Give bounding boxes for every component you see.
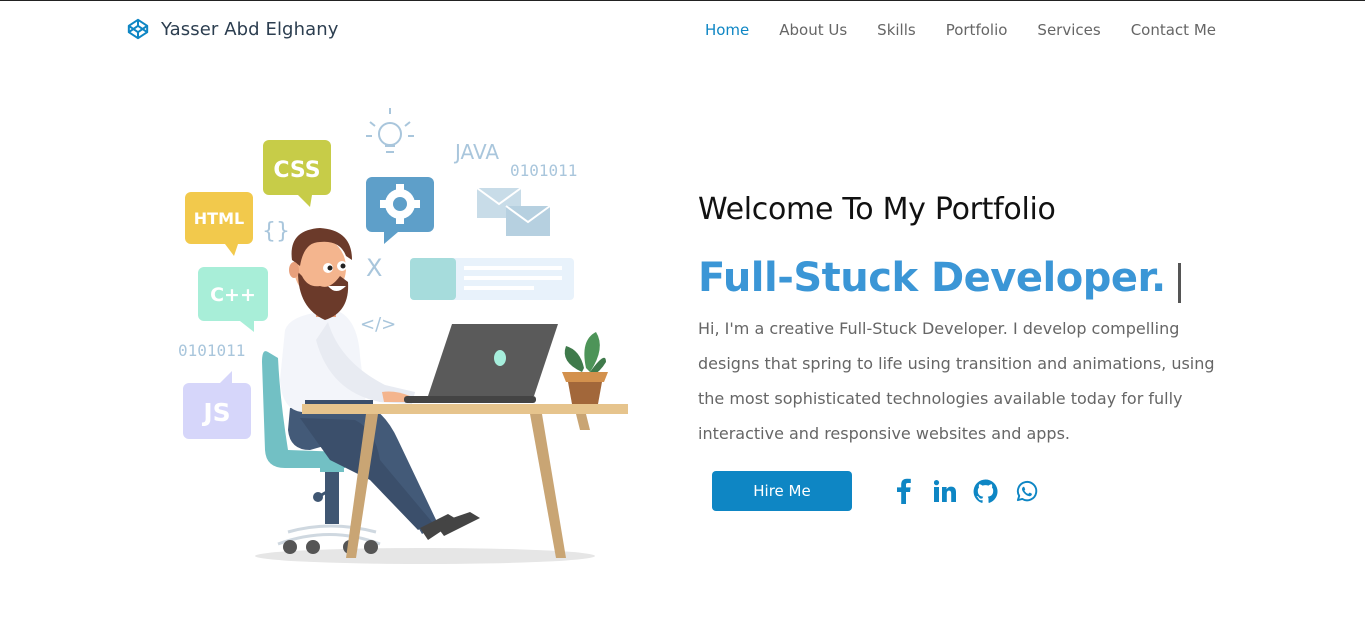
potted-plant: [562, 332, 608, 404]
linkedin-icon[interactable]: [931, 478, 958, 505]
floor-shadow: [255, 548, 595, 564]
brand[interactable]: Yasser Abd Elghany: [127, 18, 339, 40]
nav-skills[interactable]: Skills: [877, 21, 916, 39]
css-bubble: CSS: [263, 140, 331, 207]
hero-actions: Hire Me: [698, 471, 1258, 511]
github-icon[interactable]: [972, 478, 999, 505]
main-nav: Home About Us Skills Portfolio Services …: [705, 20, 1216, 39]
html-bubble: HTML: [185, 192, 253, 256]
laptop: [404, 324, 558, 403]
developer-illustration: CSS HTML C++ JS JAVA 0101011 0101011 {} …: [178, 108, 628, 564]
hero-description: Hi, I'm a creative Full-Stuck Developer.…: [698, 319, 1215, 443]
social-links: [890, 478, 1040, 505]
js-bubble-label: JS: [201, 398, 230, 427]
hero-section: Welcome To My Portfolio Full-Stuck Devel…: [698, 192, 1258, 511]
browser-card: [410, 258, 574, 300]
nav-contact-me[interactable]: Contact Me: [1131, 21, 1216, 39]
navbar: Yasser Abd Elghany Home About Us Skills …: [0, 1, 1365, 59]
person-legs: [288, 400, 480, 540]
html-bubble-label: HTML: [194, 209, 244, 228]
codepen-icon: [127, 18, 149, 40]
welcome-heading: Welcome To My Portfolio: [698, 192, 1056, 227]
nav-portfolio[interactable]: Portfolio: [946, 21, 1008, 39]
nav-about-us[interactable]: About Us: [779, 21, 847, 39]
typing-caret: [1177, 263, 1181, 303]
x-tag: X: [366, 254, 382, 282]
lightbulb-icon: [366, 108, 414, 153]
cpp-bubble: C++: [198, 267, 268, 332]
js-bubble: JS: [183, 371, 251, 439]
braces-tag: {}: [262, 219, 290, 244]
role-heading: Full-Stuck Developer.: [698, 253, 1258, 303]
cpp-bubble-label: C++: [210, 284, 256, 306]
code-tag: </>: [360, 314, 396, 335]
nav-home[interactable]: Home: [705, 21, 749, 39]
gear-bubble: [366, 177, 434, 244]
binary-tag-left: 0101011: [178, 341, 245, 360]
role-text: Full-Stuck Developer.: [698, 255, 1166, 301]
mail-icon: [476, 187, 551, 236]
java-tag: JAVA: [453, 140, 499, 164]
facebook-icon[interactable]: [890, 478, 917, 505]
nav-services[interactable]: Services: [1037, 21, 1100, 39]
hire-me-button[interactable]: Hire Me: [712, 471, 852, 511]
css-bubble-label: CSS: [273, 158, 320, 183]
brand-name: Yasser Abd Elghany: [161, 18, 339, 40]
whatsapp-icon[interactable]: [1013, 478, 1040, 505]
binary-tag-top: 0101011: [510, 161, 577, 180]
